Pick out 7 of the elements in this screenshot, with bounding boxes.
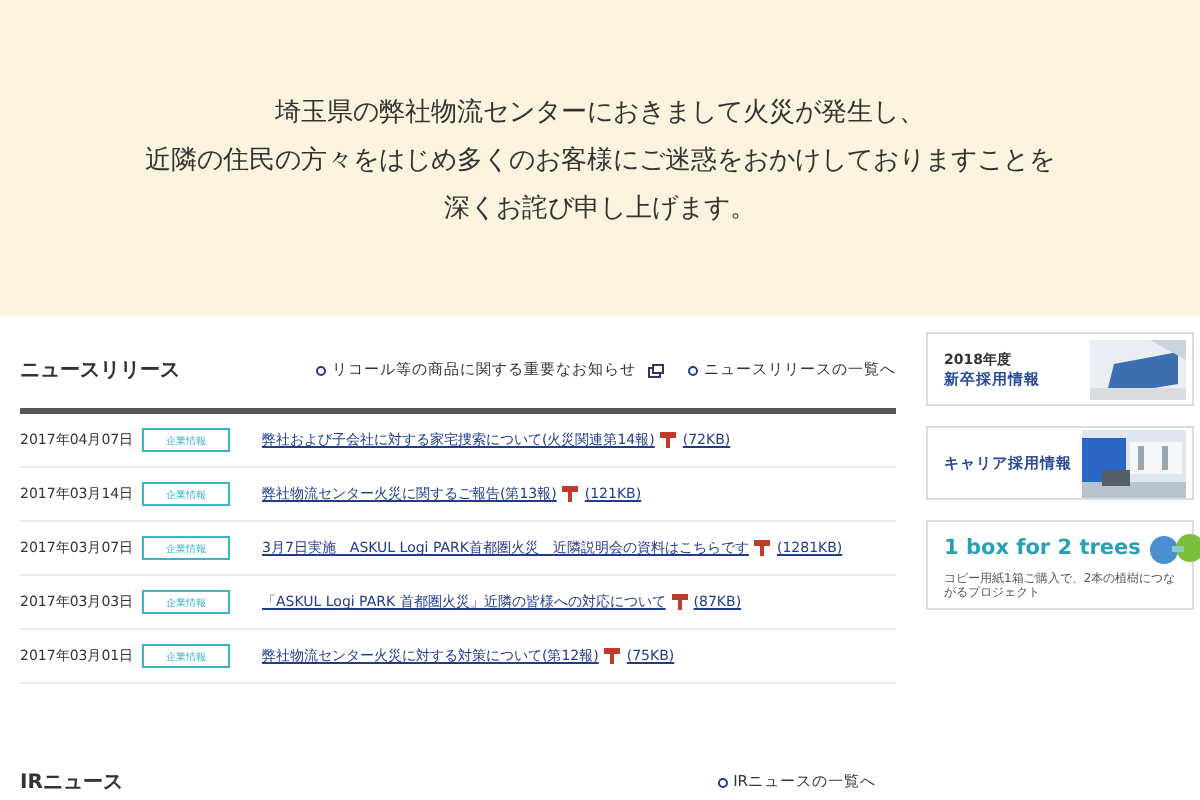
notice-text: 近隣の住民の方々をはじめ多くのお客様にご迷惑をおかけしておりますことを	[145, 144, 1055, 180]
notice-text: 深くお詫び申し上げます。	[444, 192, 756, 228]
section-title: IRニュース	[20, 770, 123, 796]
notice-text: 埼玉県の弊社物流センターにおきまして火災が発生し、	[275, 96, 925, 132]
globe-tree-icon	[1148, 530, 1200, 566]
section-title: ニュースリリース	[20, 358, 180, 384]
banner-text: 1 box for 2 trees	[944, 536, 1141, 560]
